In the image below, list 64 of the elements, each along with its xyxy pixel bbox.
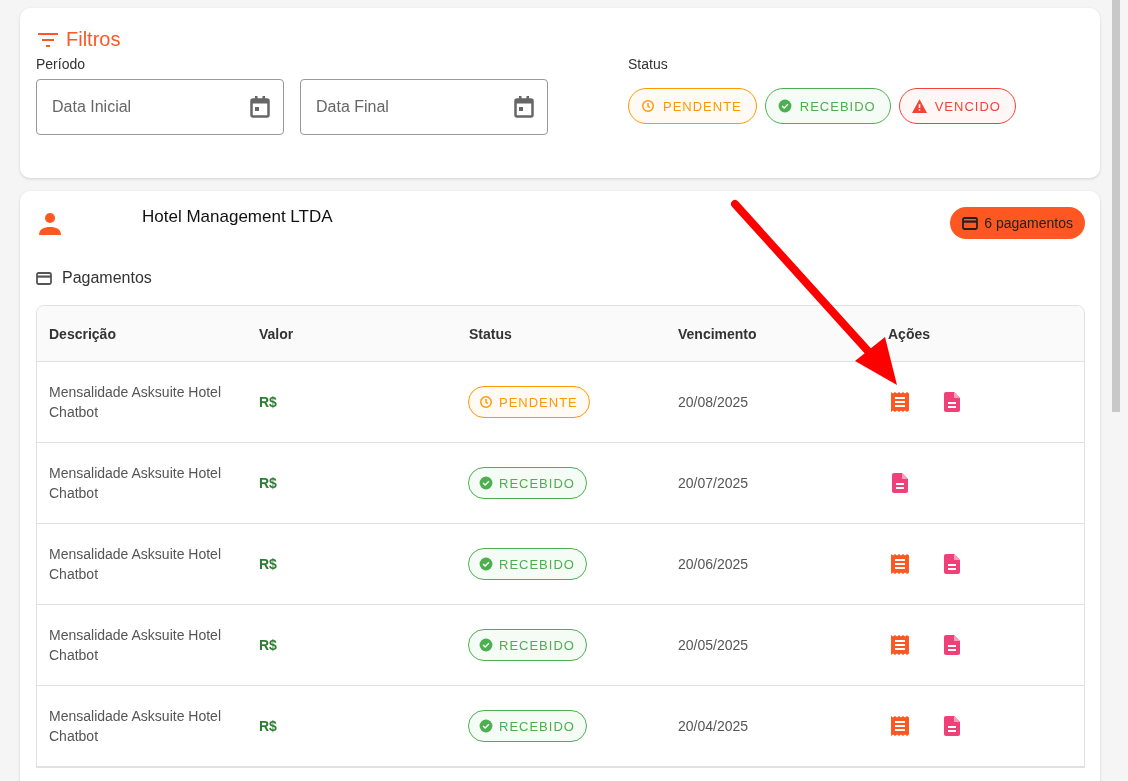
column-header: Descrição <box>49 325 117 342</box>
document-icon <box>944 554 960 574</box>
check-circle-icon <box>479 557 493 571</box>
check-circle-icon <box>479 476 493 490</box>
value-cell-text: R$ <box>259 394 278 410</box>
credit-card-icon <box>962 216 979 230</box>
description-cell-text: Mensalidade Asksuite Hotel Chatbot <box>49 383 222 422</box>
receipt-icon <box>890 635 910 655</box>
status-filter-chip[interactable]: RECEBIDO <box>764 88 891 124</box>
status-pill: RECEBIDO <box>468 710 587 742</box>
receipt-button[interactable] <box>888 390 912 414</box>
receipt-icon <box>890 716 910 736</box>
document-icon <box>892 473 908 493</box>
column-header: Valor <box>259 325 295 342</box>
column-header: Vencimento <box>678 325 758 342</box>
due-date-cell-text: 20/06/2025 <box>678 555 750 574</box>
payments-count: 6 pagamentos <box>984 215 1073 231</box>
document-icon <box>944 392 960 412</box>
receipt-button[interactable] <box>888 552 912 576</box>
column-header: Status <box>469 325 513 342</box>
warning-icon <box>911 99 927 113</box>
filter-icon <box>38 32 58 47</box>
status-filter-chip[interactable]: PENDENTE <box>628 88 757 124</box>
receipt-icon <box>890 392 910 412</box>
clock-icon <box>479 395 493 409</box>
receipt-icon <box>890 554 910 574</box>
document-icon <box>944 635 960 655</box>
status-filter-chip[interactable]: VENCIDO <box>898 88 1016 124</box>
status-pill: PENDENTE <box>468 386 590 418</box>
filters-title: Filtros <box>66 28 121 51</box>
calendar-icon[interactable] <box>250 96 270 118</box>
due-date-cell-text: 20/07/2025 <box>678 474 750 493</box>
value-cell-text: R$ <box>259 556 278 572</box>
scrollbar[interactable] <box>1112 0 1120 412</box>
value-cell-text: R$ <box>259 475 278 491</box>
receipt-button[interactable] <box>888 714 912 738</box>
description-cell-text: Mensalidade Asksuite Hotel Chatbot <box>49 545 222 584</box>
description-cell-text: Mensalidade Asksuite Hotel Chatbot <box>49 626 222 665</box>
due-date-cell-text: 20/04/2025 <box>678 717 750 736</box>
status-pill: RECEBIDO <box>468 548 587 580</box>
due-date-cell-text: 20/05/2025 <box>678 636 750 655</box>
document-icon <box>944 716 960 736</box>
column-header: Ações <box>888 325 932 342</box>
description-cell-text: Mensalidade Asksuite Hotel Chatbot <box>49 707 222 746</box>
status-pill: RECEBIDO <box>468 467 587 499</box>
check-circle-icon <box>479 638 493 652</box>
section-title: Pagamentos <box>62 269 152 287</box>
due-date-cell-text: 20/08/2025 <box>678 393 750 412</box>
check-circle-icon <box>777 99 792 113</box>
credit-card-icon <box>36 271 52 285</box>
value-cell-text: R$ <box>259 718 278 734</box>
status-pill: RECEBIDO <box>468 629 587 661</box>
calendar-icon[interactable] <box>514 96 534 118</box>
person-icon <box>38 211 62 235</box>
date-field[interactable]: Data Inicial <box>36 79 284 135</box>
receipt-button[interactable] <box>888 633 912 657</box>
clock-icon <box>641 99 655 113</box>
period-label: Período <box>36 56 87 72</box>
client-name: Hotel Management LTDA <box>142 207 333 227</box>
value-cell-text: R$ <box>259 637 278 653</box>
date-field[interactable]: Data Final <box>300 79 548 135</box>
description-cell-text: Mensalidade Asksuite Hotel Chatbot <box>49 464 222 503</box>
status-label: Status <box>628 56 669 72</box>
check-circle-icon <box>479 719 493 733</box>
